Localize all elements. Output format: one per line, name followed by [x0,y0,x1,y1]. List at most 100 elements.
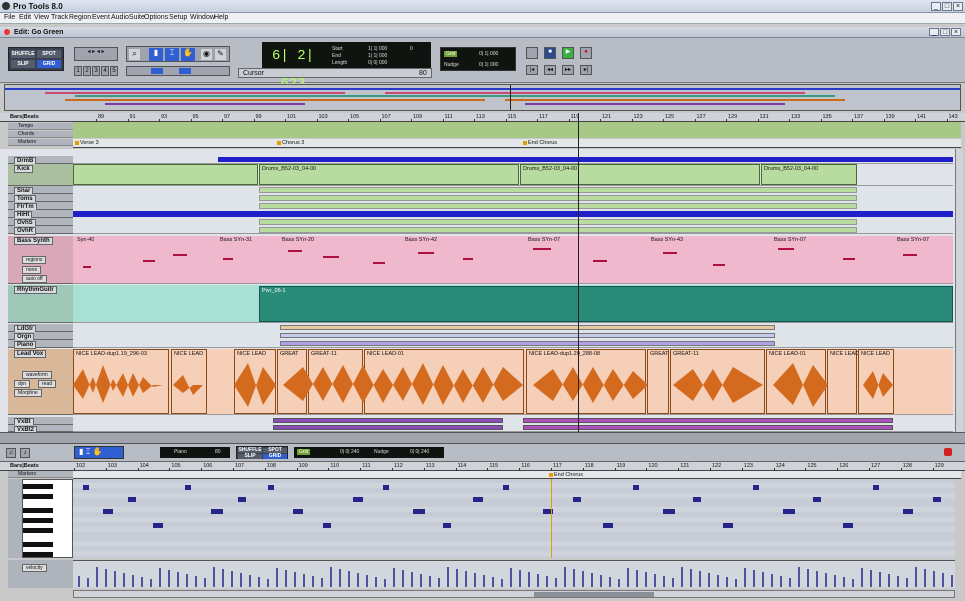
online-button-icon[interactable] [526,47,538,59]
region[interactable] [280,341,775,346]
region[interactable] [259,227,857,233]
nudge-label[interactable]: Nudge [444,62,459,68]
menu-file[interactable]: File [4,14,15,21]
bars-beats-ruler[interactable]: Bars|Beats 89 91 93 95 97 99 101 103 105 107 109 11… [0,113,965,122]
menu-edit[interactable]: Edit [19,14,31,21]
plugin-insert[interactable]: Morphne [14,389,42,397]
marker-end-chorus[interactable]: End Chorus [528,140,557,146]
track-name[interactable]: Piano [14,341,37,349]
track-header-vxbt[interactable]: VxBt [8,417,73,426]
track-name[interactable]: RhythmGuitr [14,286,57,294]
horizontal-scrollbar[interactable] [73,590,955,598]
midi-view-icon[interactable]: ♫ [6,448,16,458]
track-view-selector[interactable]: regions [22,256,47,264]
midi-grid-label[interactable]: Grid [297,449,311,455]
track-header-piano[interactable]: Piano [8,340,73,349]
rtz-icon[interactable]: |◂ [526,65,538,75]
track-name[interactable]: Kick [14,165,33,173]
midi-nudge-label[interactable]: Nudge [374,449,389,455]
lane-drum-kit[interactable] [73,186,953,234]
zoom-controls[interactable]: ◂ ▸ ◂ ▸ [74,47,118,61]
track-header-drmb[interactable]: DrmB [8,156,73,165]
menu-audiosuite[interactable]: AudioSuite [111,14,145,21]
zoom-preset-4[interactable]: 4 [101,66,109,76]
chords-ruler-label[interactable]: Chords [8,131,73,138]
lane-bass-synth[interactable]: Syn-40 Bass SYn-31 Bass SYn-20 Bass SYn-… [73,236,953,284]
midi-edit-tools[interactable]: ▮ ⌶ ✋ [74,446,124,459]
menu-event[interactable]: Event [92,14,110,21]
automation-mode-selector[interactable]: read [38,380,57,388]
midi-markers-label[interactable]: Markers [8,471,73,478]
scrubber-tool-icon[interactable]: ◉ [201,49,212,60]
tool-modes-strip[interactable] [126,66,230,76]
minimize-button[interactable]: _ [931,2,941,11]
midi-notes-icon[interactable]: ♪ [20,448,30,458]
zoom-preset-5[interactable]: 5 [110,66,118,76]
track-name[interactable]: Bass Synth [14,237,53,245]
midi-nudge-value[interactable]: 0| 0| 240 [410,449,429,455]
slip-mode-button[interactable]: SLIP [11,60,35,68]
track-header-hiht[interactable]: HiHt [8,210,73,219]
region[interactable]: Drums_B52-03_04-00 [520,164,760,185]
edit-minimize-button[interactable]: _ [929,28,939,36]
region[interactable] [73,164,258,185]
track-header-ovhs[interactable]: OvhS [8,218,73,227]
menu-options[interactable]: Options [144,14,168,21]
midi-bars-beats-ruler[interactable]: Bars|Beats 102 103 104 105 106 107 108 109 110 11… [0,462,965,471]
region[interactable]: Drums_B52-03_04-00 [761,164,857,185]
length-value[interactable]: 0| 0| 000 [368,60,387,66]
vertical-scrollbar[interactable] [955,149,963,432]
selector-tool-icon[interactable]: ⌶ [165,48,179,61]
menu-track[interactable]: Track [51,14,68,21]
track-header-rhythm-guitar[interactable]: RhythmGuitr [8,285,73,323]
grid-value[interactable]: 0| 1| 000 [479,51,498,57]
region[interactable] [259,187,857,193]
marker-chorus-3[interactable]: Chorus 3 [282,140,304,146]
track-header-snar[interactable]: Snar [8,186,73,195]
track-header-flrtm[interactable]: FlrTm [8,202,73,211]
end-value[interactable]: 1| 1| 000 [368,53,387,59]
region[interactable]: Drums_B52-03_04-00 [259,164,519,185]
region[interactable] [280,325,775,330]
midi-grid-value[interactable]: 0| 0| 240 [340,449,359,455]
automation-mode-selector[interactable]: auto off [22,275,47,283]
menu-help[interactable]: Help [214,14,228,21]
markers-ruler-label[interactable]: Markers [8,139,73,146]
link-track-icon[interactable] [179,68,191,74]
lane-drmb[interactable] [73,156,953,164]
fast-forward-icon[interactable]: ▸▸ [562,65,574,75]
edit-close-button[interactable]: × [951,28,961,36]
track-header-kick[interactable]: Kick [8,164,73,186]
track-header-orgn[interactable]: Orgn [8,332,73,341]
track-view-selector[interactable]: waveform [22,371,52,379]
midi-close-icon[interactable] [944,448,952,456]
track-header-bass-synth[interactable]: Bass Synth regions none auto off [8,236,73,284]
markers-lane[interactable]: Verse 3 Chorus 3 End Chorus [73,139,961,148]
pane-separator[interactable] [0,432,965,444]
region[interactable] [280,333,775,338]
shuffle-mode-button[interactable]: SHUFFLE [11,50,35,58]
zoomer-tool-icon[interactable]: ⌕ [129,49,140,60]
track-header-ovhr[interactable]: OvhR [8,226,73,235]
grid-mode-button[interactable]: GRID [37,60,61,68]
grid-label[interactable]: Grid [444,51,458,57]
midi-tempo-label[interactable]: Piano [174,449,187,455]
region[interactable] [218,157,953,162]
trim-tool-icon[interactable]: ▮ [149,48,163,61]
region-hihat[interactable] [73,211,953,217]
nudge-value[interactable]: 0| 1| 000 [479,62,498,68]
zoom-preset-2[interactable]: 2 [83,66,91,76]
marker-verse-3[interactable]: Verse 3 [80,140,99,146]
track-sub-selector[interactable]: none [22,266,42,274]
spot-mode-button[interactable]: SPOT [37,50,61,58]
rewind-icon[interactable]: ◂◂ [544,65,556,75]
region[interactable] [259,219,857,225]
menu-window[interactable]: Window [190,14,215,21]
menu-region[interactable]: Region [69,14,91,21]
close-button[interactable]: × [953,2,963,11]
midi-tempo-value[interactable]: 80 [215,449,221,455]
menu-view[interactable]: View [34,14,49,21]
velocity-lane[interactable] [73,560,955,588]
lane-vxbt[interactable] [73,417,953,432]
record-icon[interactable]: ● [580,47,592,59]
